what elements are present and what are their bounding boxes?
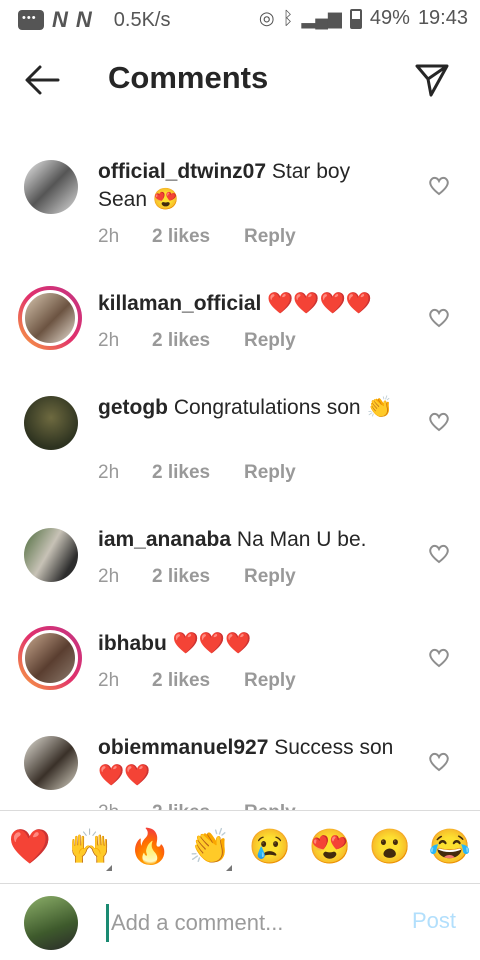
like-heart-icon[interactable]	[428, 752, 450, 772]
comment-username[interactable]: getogb	[98, 396, 168, 419]
signal-icon: ▂▄▆	[301, 8, 342, 28]
comment-text: official_dtwinz07 Star boy Sean 😍	[98, 158, 398, 214]
like-heart-icon[interactable]	[428, 544, 450, 564]
avatar[interactable]	[18, 626, 82, 690]
reply-button[interactable]: Reply	[244, 670, 296, 692]
comment-meta: 2h 2 likes Reply	[98, 330, 296, 352]
emoji-clap-glyph: 👏	[188, 828, 232, 866]
emoji-heart-button[interactable]: ❤️	[0, 827, 60, 867]
comment-text: getogb Congratulations son 👏	[98, 394, 398, 422]
comment-username[interactable]: ibhabu	[98, 632, 167, 655]
like-heart-icon[interactable]	[428, 176, 450, 196]
comment-body: ❤️❤️❤️❤️	[261, 292, 372, 315]
comment-body: Na Man U be.	[231, 528, 367, 551]
avatar[interactable]	[24, 396, 78, 450]
avatar[interactable]	[18, 286, 82, 350]
emoji-raised-hands-glyph: 🙌	[68, 828, 112, 866]
comment-time: 2h	[98, 670, 120, 691]
comment-text: killaman_official ❤️❤️❤️❤️	[98, 290, 398, 318]
comment-meta: 2h 2 likes Reply	[98, 802, 296, 810]
emoji-fire-button[interactable]: 🔥	[120, 827, 180, 867]
skin-tone-indicator	[106, 865, 112, 871]
comments-list[interactable]: official_dtwinz07 Star boy Sean 😍 2h 2 l…	[0, 148, 480, 810]
avatar[interactable]	[24, 160, 78, 214]
battery-percent: 49%	[369, 7, 410, 29]
comment-likes[interactable]: 2 likes	[152, 802, 244, 810]
back-arrow-icon[interactable]	[22, 62, 62, 98]
bluetooth-icon: ᛒ	[282, 8, 294, 28]
comment-username[interactable]: iam_ananaba	[98, 528, 231, 551]
comment-meta: 2h 2 likes Reply	[98, 226, 296, 248]
status-bar: N N 0.5K/s ◎ ᛒ ▂▄▆ 49% 19:43	[0, 0, 480, 38]
reply-button[interactable]: Reply	[244, 462, 296, 484]
comment-time: 2h	[98, 330, 120, 351]
emoji-clap-button[interactable]: 👏	[180, 827, 240, 871]
skin-tone-indicator	[226, 865, 232, 871]
comment-time: 2h	[98, 462, 120, 483]
clock: 19:43	[417, 7, 468, 29]
comment-time: 2h	[98, 226, 120, 247]
reply-button[interactable]: Reply	[244, 330, 296, 352]
emoji-raised-hands-button[interactable]: 🙌	[60, 827, 120, 871]
notification-n-icon: N	[52, 7, 68, 32]
comment-text: obiemmanuel927 Success son❤️❤️	[98, 734, 398, 790]
emoji-heart-eyes-button[interactable]: 😍	[300, 827, 360, 867]
like-heart-icon[interactable]	[428, 648, 450, 668]
network-speed: 0.5K/s	[113, 8, 171, 31]
like-heart-icon[interactable]	[428, 412, 450, 432]
comment-username[interactable]: killaman_official	[98, 292, 261, 315]
comment-meta: 2h 2 likes Reply	[98, 670, 296, 692]
header: Comments	[0, 46, 480, 114]
battery-icon	[349, 8, 362, 29]
comment-text: ibhabu ❤️❤️❤️	[98, 630, 398, 658]
notification-n-icon-2: N	[75, 7, 92, 32]
comment-likes[interactable]: 2 likes	[152, 462, 244, 484]
emoji-laughing-button[interactable]: 😂	[420, 827, 480, 867]
reply-button[interactable]: Reply	[244, 226, 296, 248]
emoji-crying-button[interactable]: 😢	[240, 827, 300, 867]
message-icon	[18, 10, 44, 30]
comment-username[interactable]: official_dtwinz07	[98, 160, 266, 183]
hotspot-icon: ◎	[258, 8, 275, 28]
comment-body: Congratulations son 👏	[167, 396, 393, 419]
comment-likes[interactable]: 2 likes	[152, 566, 244, 588]
comment-username[interactable]: obiemmanuel927	[98, 736, 268, 759]
comment-input[interactable]	[106, 904, 393, 942]
comment-text: iam_ananaba Na Man U be.	[98, 526, 398, 554]
reply-button[interactable]: Reply	[244, 802, 296, 810]
avatar[interactable]	[24, 736, 78, 790]
comment-body: ❤️❤️❤️	[166, 632, 252, 655]
send-icon[interactable]	[414, 62, 450, 98]
like-heart-icon[interactable]	[428, 308, 450, 328]
avatar[interactable]	[24, 528, 78, 582]
comment-likes[interactable]: 2 likes	[152, 330, 244, 352]
emoji-surprised-button[interactable]: 😮	[360, 827, 420, 867]
reply-button[interactable]: Reply	[244, 566, 296, 588]
comment-meta: 2h 2 likes Reply	[98, 462, 296, 484]
comment-time: 2h	[98, 566, 120, 587]
comment-time: 2h	[98, 802, 152, 810]
comment-composer: Post	[0, 884, 480, 960]
comment-likes[interactable]: 2 likes	[152, 226, 244, 248]
page-title: Comments	[108, 60, 269, 95]
comment-meta: 2h 2 likes Reply	[98, 566, 296, 588]
comment-likes[interactable]: 2 likes	[152, 670, 244, 692]
post-button[interactable]: Post	[412, 908, 456, 934]
my-avatar	[24, 896, 78, 950]
emoji-quick-bar: ❤️ 🙌 🔥 👏 😢 😍 😮 😂	[0, 810, 480, 884]
